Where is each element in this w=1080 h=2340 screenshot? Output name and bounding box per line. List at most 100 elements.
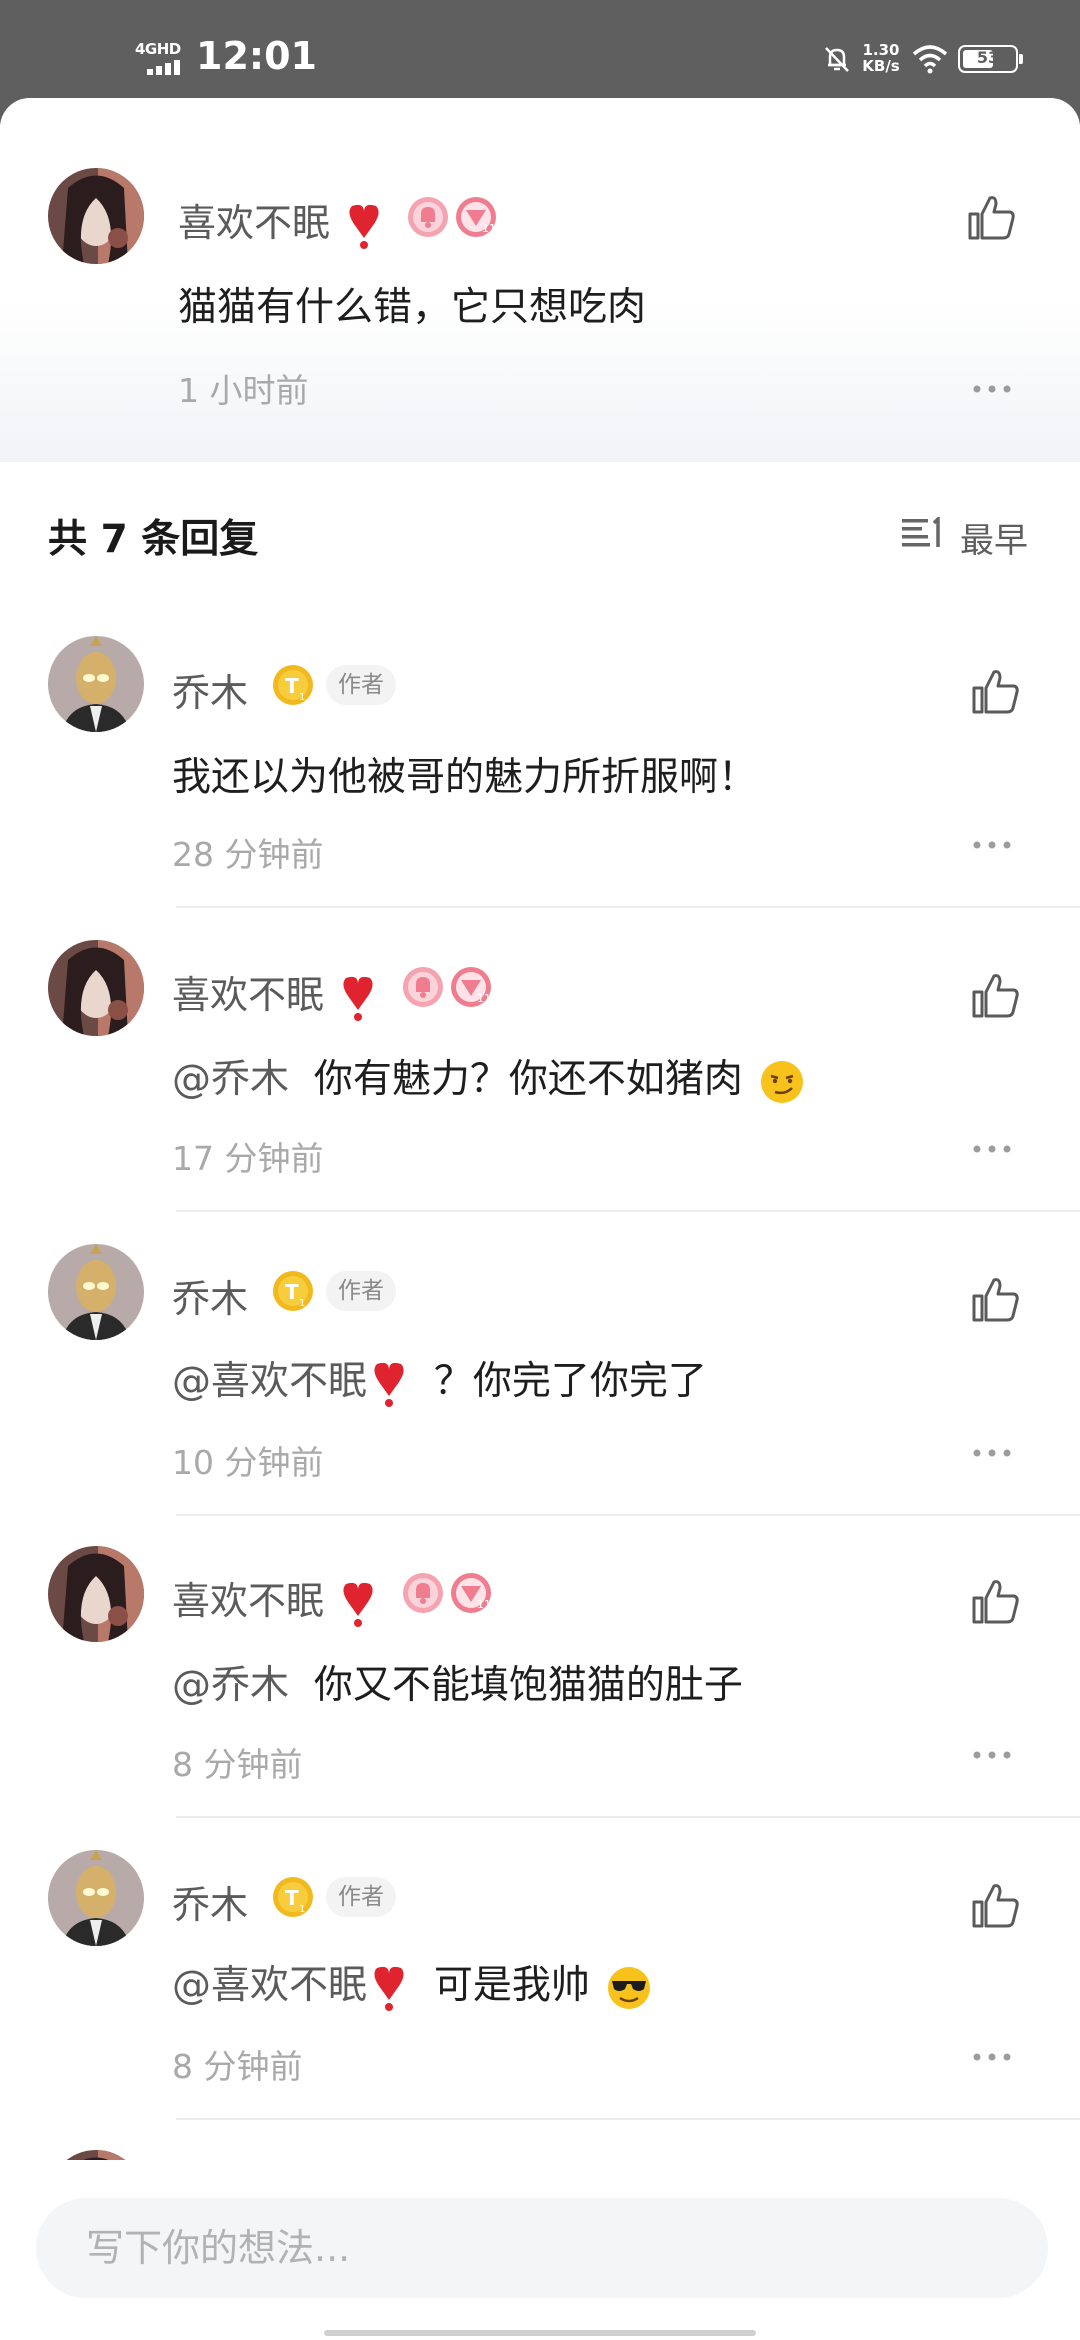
avatar[interactable] xyxy=(48,940,144,1036)
battery-icon: 53 xyxy=(958,45,1023,73)
username[interactable]: 乔木 xyxy=(172,1268,248,1323)
mention-link[interactable]: @喜欢不眠 xyxy=(172,1963,409,2011)
comment-input-bar: 写下你的想法... xyxy=(0,2160,1080,2340)
status-bar: 4GHD 12:01 1.30 KB/s 53 xyxy=(0,0,1080,100)
svg-text:1: 1 xyxy=(299,1904,305,1915)
svg-text:1: 1 xyxy=(299,1298,305,1309)
mention-link[interactable]: @乔木 xyxy=(172,1663,289,1708)
network-speed-unit: KB/s xyxy=(862,57,900,75)
username[interactable]: 喜欢不眠 xyxy=(178,192,384,250)
avatar[interactable] xyxy=(48,1546,144,1642)
gold-badge-icon: T1 xyxy=(273,1877,313,1917)
like-icon[interactable] xyxy=(970,970,1020,1020)
svg-text:1: 1 xyxy=(299,692,305,703)
heart-icon xyxy=(343,1582,373,1627)
username-text: 喜欢不眠 xyxy=(172,973,325,1017)
sort-label: 最早 xyxy=(960,521,1028,561)
svg-text:T: T xyxy=(285,1886,299,1910)
username-text: 喜欢不眠 xyxy=(172,1579,325,1623)
network-speed: 1.30 KB/s xyxy=(860,42,902,74)
mention-text: @喜欢不眠 xyxy=(172,1359,368,1404)
username-text: 喜欢不眠 xyxy=(178,201,331,245)
like-icon[interactable] xyxy=(970,666,1020,716)
username[interactable]: 乔木 xyxy=(172,662,248,717)
comment-time: 28 分钟前 xyxy=(172,835,324,874)
comment-text: @乔木 你有魅力？你还不如猪肉 xyxy=(172,1048,805,1105)
username[interactable]: 喜欢不眠 xyxy=(172,1570,378,1628)
wifi-icon xyxy=(912,45,948,74)
reply-count: 共 7 条回复 xyxy=(48,517,259,562)
more-icon[interactable] xyxy=(972,2052,1012,2062)
svg-text:11: 11 xyxy=(477,992,491,1005)
bell-badge-icon xyxy=(403,1573,443,1613)
reply-text: 你有魅力？你还不如猪肉 xyxy=(313,1057,743,1102)
avatar[interactable] xyxy=(48,1850,144,1946)
svg-text:T: T xyxy=(285,674,299,698)
row-divider xyxy=(176,906,1080,908)
like-icon[interactable] xyxy=(970,1880,1020,1930)
row-divider xyxy=(176,1210,1080,1212)
author-badge: 作者 xyxy=(326,1271,396,1311)
parent-comment: 喜欢不眠 11 猫猫有什么错，它只想吃肉 1 小时前 xyxy=(0,98,1080,462)
comment-text: 猫猫有什么错，它只想吃肉 xyxy=(178,285,647,330)
reply-text: 可是我帅 xyxy=(433,1963,590,2008)
row-divider xyxy=(176,1816,1080,1818)
network-indicator: 4GHD xyxy=(135,40,187,75)
bell-muted-icon xyxy=(825,47,849,72)
svg-text:11: 11 xyxy=(477,1598,491,1611)
mention-text: @喜欢不眠 xyxy=(172,1963,368,2008)
heart-icon xyxy=(343,976,373,1021)
more-icon[interactable] xyxy=(972,840,1012,850)
avatar[interactable] xyxy=(48,636,144,732)
username[interactable]: 喜欢不眠 xyxy=(172,964,378,1022)
network-speed-value: 1.30 xyxy=(862,41,900,59)
row-divider xyxy=(176,2118,1080,2120)
heart-icon xyxy=(374,1362,404,1407)
like-icon[interactable] xyxy=(970,1274,1020,1324)
row-divider xyxy=(176,1514,1080,1516)
reply-text: 你又不能填饱猫猫的肚子 xyxy=(313,1663,743,1708)
comment-time: 8 分钟前 xyxy=(172,1745,303,1784)
level-badge-icon: 11 xyxy=(451,967,491,1007)
heart-icon xyxy=(374,1966,404,2011)
svg-text:11: 11 xyxy=(482,222,496,235)
smirk-emoji xyxy=(761,1060,804,1103)
gold-badge-icon: T1 xyxy=(273,1271,313,1311)
comment-time: 1 小时前 xyxy=(178,371,309,410)
more-icon[interactable] xyxy=(972,1750,1012,1760)
signal-icon xyxy=(147,60,180,75)
more-icon[interactable] xyxy=(972,1144,1012,1154)
reply-text: ？你完了你完了 xyxy=(433,1359,707,1404)
username[interactable]: 乔木 xyxy=(172,1874,248,1929)
sunglasses-emoji xyxy=(608,1966,651,2009)
more-icon[interactable] xyxy=(972,1448,1012,1458)
level-badge-icon: 11 xyxy=(456,197,496,237)
gold-badge-icon: T1 xyxy=(273,665,313,705)
avatar[interactable] xyxy=(48,168,144,264)
comment-time: 17 分钟前 xyxy=(172,1139,324,1178)
battery-level: 53 xyxy=(976,48,1000,67)
svg-text:T: T xyxy=(285,1280,299,1304)
home-indicator[interactable] xyxy=(324,2330,756,2336)
level-badge-icon: 11 xyxy=(451,1573,491,1613)
like-icon[interactable] xyxy=(966,192,1016,242)
replies-sheet: 喜欢不眠 11 猫猫有什么错，它只想吃肉 1 小时前 共 7 条回复 最早 乔木… xyxy=(0,98,1080,2340)
comment-time: 10 分钟前 xyxy=(172,1443,324,1482)
avatar[interactable] xyxy=(48,1244,144,1340)
author-badge: 作者 xyxy=(326,1877,396,1917)
comment-text: 我还以为他被哥的魅力所折服啊！ xyxy=(172,755,758,800)
network-label: 4GHD xyxy=(135,40,181,58)
sort-button[interactable]: 最早 xyxy=(900,513,1034,561)
comment-text: @喜欢不眠 可是我帅 xyxy=(172,1954,652,2012)
comment-input[interactable]: 写下你的想法... xyxy=(36,2198,1048,2298)
like-icon[interactable] xyxy=(970,1576,1020,1626)
comment-text: @乔木 你又不能填饱猫猫的肚子 xyxy=(172,1654,743,1710)
more-icon[interactable] xyxy=(972,384,1012,394)
author-badge: 作者 xyxy=(326,665,396,705)
bell-badge-icon xyxy=(408,197,448,237)
heart-icon xyxy=(349,204,379,249)
sort-icon xyxy=(902,517,940,547)
clock: 12:01 xyxy=(196,34,317,78)
mention-link[interactable]: @喜欢不眠 xyxy=(172,1359,409,1407)
mention-link[interactable]: @乔木 xyxy=(172,1057,289,1102)
